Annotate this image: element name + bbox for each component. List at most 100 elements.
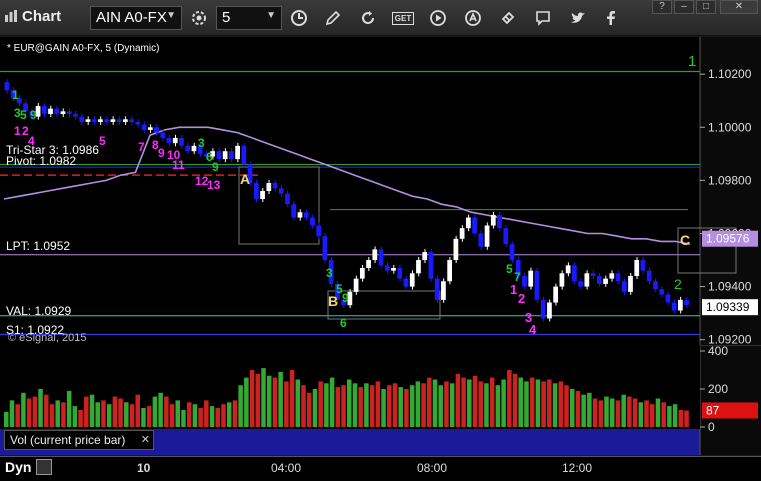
price-bar xyxy=(185,145,191,152)
volume-bar xyxy=(387,385,392,427)
volume-bar xyxy=(352,383,358,427)
volume-bar xyxy=(95,402,100,427)
price-bar xyxy=(359,268,365,279)
volume-tick-label: 0 xyxy=(708,420,715,434)
price-bar xyxy=(459,228,465,239)
price-bar xyxy=(266,183,272,191)
volume-bar xyxy=(421,383,426,427)
volume-bar xyxy=(158,392,163,427)
price-bar xyxy=(4,82,10,91)
price-bar xyxy=(528,270,534,287)
volume-bar xyxy=(21,392,26,427)
settings-button[interactable] xyxy=(186,6,212,30)
volume-bar xyxy=(667,406,672,427)
price-bar xyxy=(646,270,652,282)
marker-a: A xyxy=(240,171,251,187)
volume-bar xyxy=(347,379,352,427)
volume-bar xyxy=(278,371,283,427)
val-label: VAL: 1.0929 xyxy=(6,304,72,318)
price-bar xyxy=(522,275,527,287)
refresh-icon xyxy=(362,11,375,25)
volume-bar xyxy=(146,406,152,427)
twitter-button[interactable] xyxy=(565,6,591,30)
maximize-button[interactable]: □ xyxy=(696,0,716,14)
link-button[interactable] xyxy=(495,6,521,30)
volume-pane[interactable]: 400 200 0 87 Vol (current price bar) ✕ xyxy=(0,344,761,455)
volume-bar xyxy=(238,385,243,427)
price-bar xyxy=(122,119,128,122)
volume-bar xyxy=(164,396,169,427)
price-bar xyxy=(397,268,403,279)
volume-current-label: 87 xyxy=(706,403,720,417)
volume-bar xyxy=(398,387,403,427)
volume-bar xyxy=(335,387,341,427)
volume-bar xyxy=(312,389,318,427)
dyn-label[interactable]: Dyn xyxy=(5,459,31,475)
volume-bar xyxy=(684,410,689,427)
comment-button[interactable] xyxy=(530,6,556,30)
time-tick-10: 10 xyxy=(137,461,151,475)
volume-bar xyxy=(232,400,238,427)
current-price-label: 1.09339 xyxy=(706,300,750,314)
volume-bar xyxy=(404,389,409,427)
help-button[interactable]: ? xyxy=(652,0,672,14)
price-bar xyxy=(684,299,689,306)
price-bar xyxy=(191,145,197,152)
volume-bar xyxy=(324,383,329,427)
price-bar xyxy=(391,268,396,271)
volume-bar xyxy=(672,404,678,427)
chart-icon xyxy=(5,10,17,22)
volume-caption-text: Vol (current price bar) xyxy=(10,433,126,447)
price-bar xyxy=(322,236,328,261)
volume-bar xyxy=(329,377,335,427)
count-label: 11 xyxy=(172,158,185,172)
minimize-button[interactable]: – xyxy=(674,0,694,14)
volume-bar xyxy=(306,392,312,427)
interval-combo[interactable]: 5 ▼ xyxy=(216,6,282,30)
volume-bar xyxy=(621,394,626,427)
price-bar xyxy=(179,137,184,146)
volume-bar xyxy=(272,377,278,427)
volume-bar xyxy=(221,404,226,427)
play-button[interactable] xyxy=(425,6,451,30)
price-bar xyxy=(316,225,322,237)
price-bar xyxy=(372,249,378,261)
volume-bar xyxy=(204,400,209,427)
price-bar xyxy=(384,265,390,271)
price-bar xyxy=(229,151,234,160)
time-button[interactable] xyxy=(286,6,312,30)
volume-caption: Vol (current price bar) ✕ xyxy=(4,430,154,450)
magenta-count-2: 2 xyxy=(518,291,526,306)
facebook-button[interactable] xyxy=(598,6,624,30)
time-axis[interactable]: Dyn 10 04:00 08:00 12:00 xyxy=(0,456,761,481)
volume-bar xyxy=(529,377,535,427)
close-icon[interactable]: ✕ xyxy=(141,433,150,446)
price-bar xyxy=(478,233,484,247)
count-label: 9 xyxy=(342,291,349,305)
zoom-icon[interactable] xyxy=(36,459,52,475)
close-button[interactable]: ✕ xyxy=(720,0,758,14)
get-icon: GET xyxy=(391,11,415,25)
price-pane[interactable]: 1 3 5 9 1 2 4 5 7 8 9 10 11 12 13 3 6 9 3 5 9 6 5 7 1.10200 1.10… xyxy=(0,37,761,345)
volume-bar xyxy=(129,404,135,427)
price-bar xyxy=(353,278,359,292)
count-label: 13 xyxy=(207,178,221,192)
volume-bar xyxy=(461,377,466,427)
draw-button[interactable] xyxy=(320,6,346,30)
symbol-combo[interactable]: AIN A0-FX ▼ xyxy=(90,6,182,30)
price-bar xyxy=(472,217,477,234)
volume-bar xyxy=(518,377,524,427)
price-bar xyxy=(665,294,671,303)
price-bar xyxy=(434,278,440,300)
price-tick-label: 1.09400 xyxy=(708,280,752,294)
refresh-button[interactable] xyxy=(355,6,381,30)
volume-bar xyxy=(609,398,615,427)
volume-bar xyxy=(152,396,158,427)
get-button[interactable]: GET xyxy=(390,6,416,30)
price-chart[interactable]: 13 5 91 24 5 7 89 10111213369359657 1.102001.10… xyxy=(0,37,761,345)
price-bar xyxy=(497,214,502,229)
alert-button[interactable] xyxy=(460,6,486,30)
volume-bar xyxy=(581,394,586,427)
volume-bar xyxy=(592,398,598,427)
price-bar xyxy=(403,278,409,287)
